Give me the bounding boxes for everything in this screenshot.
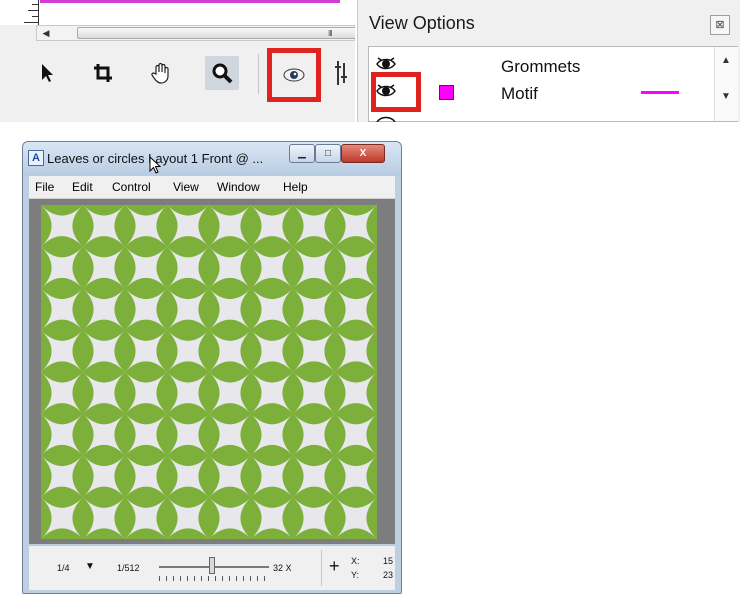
horizontal-scrollbar[interactable]: ◀ III (36, 25, 355, 41)
status-separator (321, 550, 322, 586)
eye-icon (283, 68, 305, 82)
scroll-up-arrow-icon[interactable]: ▲ (721, 55, 731, 66)
maximize-button[interactable]: □ (315, 144, 341, 163)
list-item[interactable] (369, 111, 709, 122)
x-coordinate-label: X: (351, 556, 360, 566)
zoom-tool-button[interactable] (205, 56, 239, 90)
menu-control[interactable]: Control (112, 180, 151, 194)
mouse-cursor-icon (149, 156, 161, 174)
app-icon: A (28, 150, 44, 166)
window-titlebar[interactable]: A Leaves or circles Layout 1 Front @ ...… (23, 142, 401, 176)
page-indicator: 1/4 (57, 563, 70, 573)
magnifier-icon (212, 63, 233, 84)
x-coordinate-value: 15 (383, 556, 394, 566)
line-tool-button[interactable] (330, 56, 352, 90)
arrow-pointer-icon (42, 64, 53, 82)
canvas-area[interactable] (29, 199, 395, 544)
slider-thumb[interactable] (209, 557, 215, 574)
leaves-pattern (41, 205, 377, 539)
y-coordinate-value: 23 (383, 570, 394, 580)
layer-label-grommets: Grommets (501, 57, 581, 76)
y-coordinate-label: Y: (351, 570, 360, 580)
minimize-button[interactable]: ▁ (289, 144, 315, 163)
scrollbar-thumb[interactable]: III (77, 27, 355, 39)
menu-bar: File Edit Control View Window Help (29, 176, 395, 199)
color-swatch[interactable] (439, 85, 454, 100)
slider-ticks (159, 576, 269, 581)
pen-tool-icon (335, 61, 347, 85)
zoom-slider[interactable] (159, 554, 269, 584)
layer-label-motif: Motif (501, 84, 538, 103)
page-dropdown-icon[interactable]: ▼ (85, 561, 95, 572)
menu-view[interactable]: View (173, 180, 199, 194)
scroll-grip: III (328, 29, 333, 38)
view-options-list[interactable]: Grommets Motif ▲ ▼ (368, 46, 738, 122)
vertical-ruler (24, 0, 39, 25)
document-window: A Leaves or circles Layout 1 Front @ ...… (22, 141, 402, 594)
crop-tool-button[interactable] (86, 56, 120, 90)
menu-edit[interactable]: Edit (72, 180, 93, 194)
scroll-left-arrow-icon[interactable]: ◀ (39, 28, 53, 39)
hand-tool-button[interactable] (144, 56, 178, 90)
canvas-top-strip (0, 0, 355, 25)
view-options-tool-button[interactable] (267, 48, 321, 102)
design-canvas[interactable] (41, 205, 377, 539)
hand-icon (151, 62, 169, 84)
select-tool-button[interactable] (30, 56, 64, 90)
scroll-down-arrow-icon[interactable]: ▼ (721, 91, 731, 102)
zoom-max-label: 32 X (273, 563, 292, 573)
view-options-title: View Options (369, 13, 475, 33)
crosshair-icon: + (329, 556, 340, 576)
close-button[interactable]: X (341, 144, 385, 163)
status-bar: 1/4 ▼ 1/512 32 X + X: Y: 15 23 (29, 545, 395, 590)
menu-help[interactable]: Help (283, 180, 308, 194)
visibility-eye-icon[interactable] (375, 113, 397, 122)
tool-row (0, 44, 355, 122)
motif-line-preview (40, 0, 340, 3)
line-color-sample (641, 91, 679, 94)
toolbar-separator (258, 54, 259, 94)
crop-icon (94, 64, 112, 82)
close-panel-button[interactable]: ⊠ (710, 15, 730, 35)
menu-window[interactable]: Window (217, 180, 260, 194)
toolbar-panel: ◀ III (0, 0, 355, 122)
list-scrollbar[interactable]: ▲ ▼ (714, 47, 738, 121)
highlight-box (371, 72, 421, 112)
zoom-min-label: 1/512 (117, 563, 140, 573)
view-options-panel: View Options ⊠ Grommets Motif ▲ ▼ (357, 0, 740, 122)
menu-file[interactable]: File (35, 180, 54, 194)
